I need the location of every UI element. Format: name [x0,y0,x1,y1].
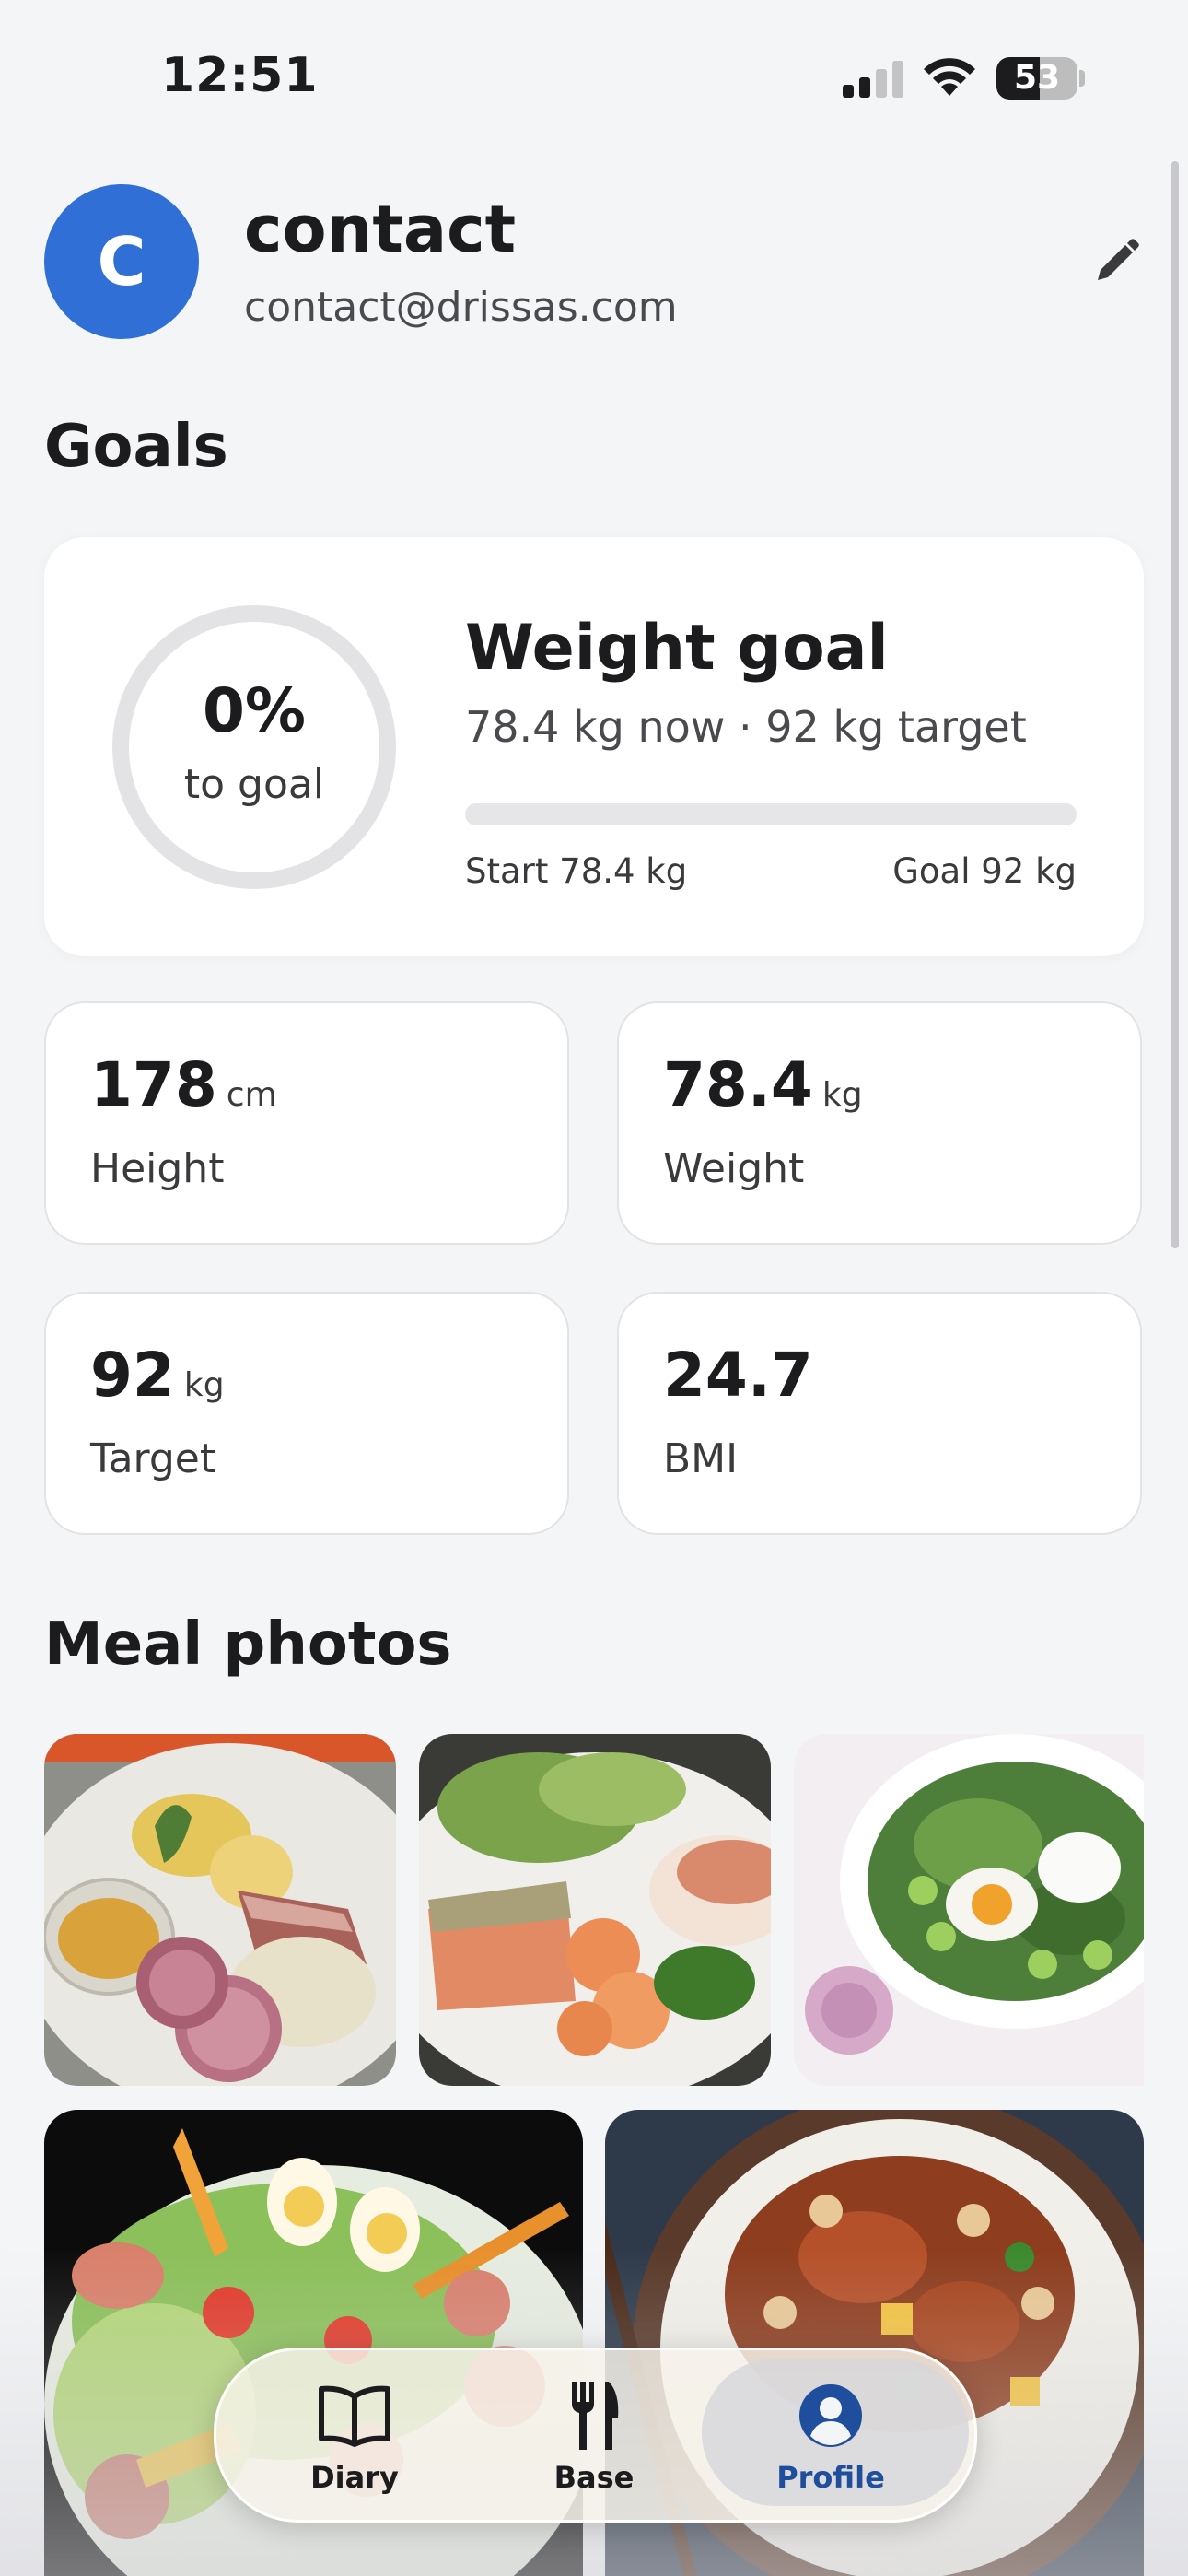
goal-percent: 0% [202,675,307,746]
fork-knife-icon [572,2382,619,2450]
meal-photo-1-image [44,1734,396,2086]
target-card[interactable]: 92 kg Target [44,1292,569,1535]
bmi-value: 24.7 [663,1340,813,1411]
book-icon [319,2385,390,2447]
tab-base[interactable]: Base [474,2359,714,2506]
height-unit: cm [226,1076,277,1114]
target-label: Target [90,1435,216,1482]
height-label: Height [90,1145,225,1192]
goal-percent-caption: to goal [183,761,325,808]
meal-photo-1[interactable] [44,1734,396,2086]
goal-progress-ring [112,605,396,889]
avatar-letter: C [97,223,146,300]
bmi-label: BMI [663,1435,739,1482]
weight-value: 78.4 [663,1049,813,1120]
weight-card[interactable]: 78.4 kg Weight [617,1001,1142,1245]
battery-indicator: 53 [996,57,1077,100]
tab-profile-label: Profile [776,2460,885,2495]
user-name: contact [244,192,517,267]
target-value: 92 [90,1340,175,1411]
weight-start-label: Start 78.4 kg [465,851,688,891]
edit-profile-button[interactable] [1087,232,1146,291]
meal-photos-section-title: Meal photos [44,1610,452,1679]
scroll-indicator[interactable] [1171,161,1179,1248]
wifi-icon [924,58,975,96]
status-time: 12:51 [161,48,319,103]
meal-photo-2[interactable] [419,1734,771,2086]
weight-goal-title: Weight goal [465,612,889,685]
weight-goal-label: Goal 92 kg [892,851,1077,891]
meal-photo-3-image [794,1734,1144,2086]
avatar[interactable]: C [44,184,199,339]
height-value: 178 [90,1049,217,1120]
meal-photo-3[interactable] [794,1734,1144,2086]
tab-base-label: Base [553,2460,635,2495]
weight-goal-summary: 78.4 kg now · 92 kg target [465,702,1027,752]
battery-level: 53 [1013,59,1061,97]
height-card[interactable]: 178 cm Height [44,1001,569,1245]
weight-label: Weight [663,1145,805,1192]
target-unit: kg [183,1366,225,1404]
pencil-icon [1098,239,1139,280]
user-email: contact@drissas.com [244,284,678,331]
meal-photo-2-image [419,1734,771,2086]
tab-profile[interactable]: Profile [711,2359,950,2506]
cellular-signal-icon [843,61,903,98]
bmi-card[interactable]: 24.7 BMI [617,1292,1142,1535]
weight-progress-bar [465,803,1077,825]
goals-section-title: Goals [44,413,228,481]
tab-diary[interactable]: Diary [235,2359,474,2506]
battery-nub [1079,70,1085,87]
weight-unit: kg [821,1076,863,1114]
person-circle-icon [799,2384,862,2447]
tab-diary-label: Diary [310,2460,399,2495]
